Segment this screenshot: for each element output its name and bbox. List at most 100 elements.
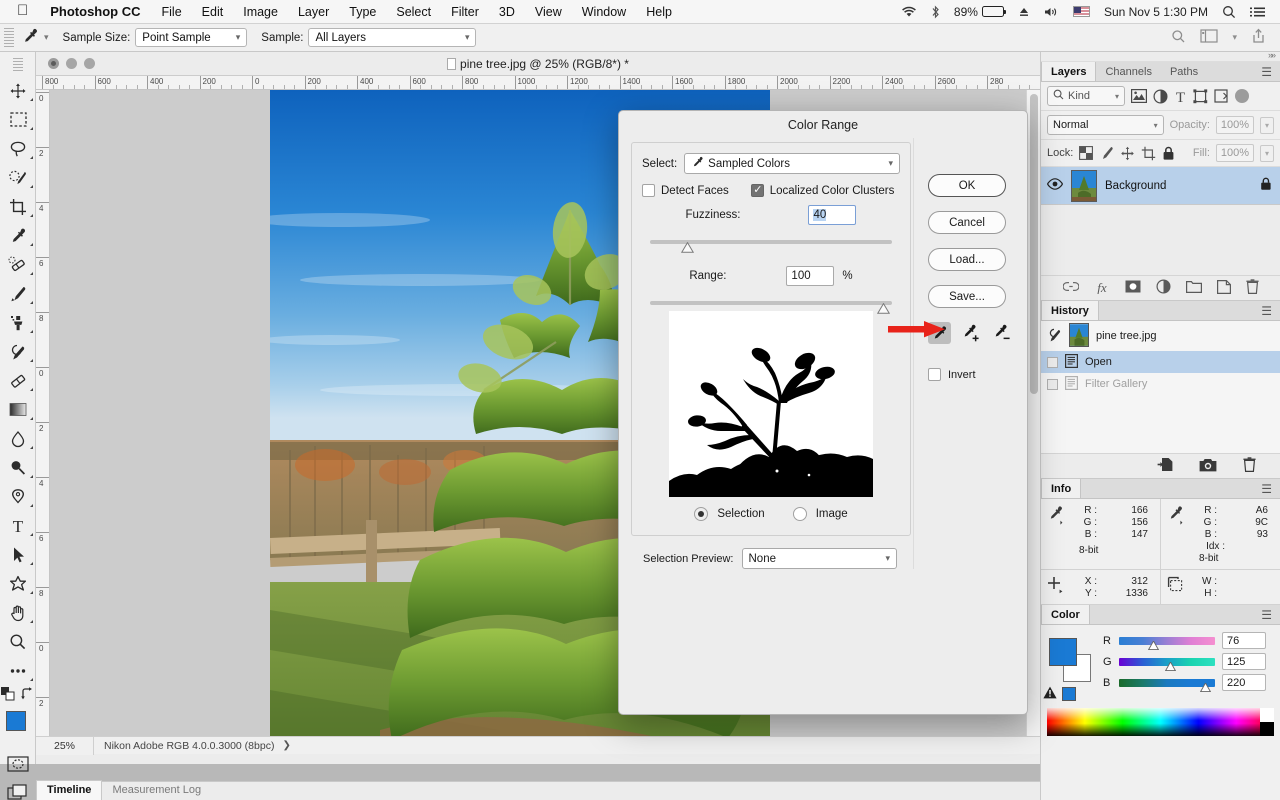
- crop-tool[interactable]: [0, 192, 36, 221]
- menu-help[interactable]: Help: [636, 5, 682, 19]
- radio-selection-button[interactable]: [694, 507, 709, 521]
- menu-edit[interactable]: Edit: [192, 5, 234, 19]
- history-state-checkbox[interactable]: [1047, 356, 1058, 368]
- range-slider-handle[interactable]: [877, 302, 891, 314]
- volume-icon[interactable]: [1037, 6, 1066, 18]
- channel-value-g[interactable]: 125: [1222, 653, 1266, 670]
- share-icon[interactable]: [1251, 28, 1266, 47]
- channel-value-r[interactable]: 76: [1222, 632, 1266, 649]
- channel-value-b[interactable]: 220: [1222, 674, 1266, 691]
- adjustment-layer-icon[interactable]: [1155, 279, 1171, 297]
- wifi-icon[interactable]: [894, 6, 924, 18]
- detect-faces-checkbox[interactable]: [642, 184, 655, 197]
- shape-tool[interactable]: [0, 569, 36, 598]
- pixel-filter-icon[interactable]: [1131, 89, 1147, 103]
- select-mode-dropdown[interactable]: Sampled Colors ▾: [684, 153, 900, 174]
- menu-image[interactable]: Image: [233, 5, 288, 19]
- lock-position-icon[interactable]: [1120, 146, 1135, 161]
- history-snapshot-row[interactable]: pine tree.jpg: [1041, 321, 1280, 351]
- search-icon[interactable]: [1171, 29, 1186, 47]
- lock-all-icon[interactable]: [1162, 146, 1175, 161]
- dodge-tool[interactable]: [0, 453, 36, 482]
- save-button[interactable]: Save...: [928, 285, 1006, 308]
- lasso-tool[interactable]: [0, 134, 36, 163]
- panel-menu-icon[interactable]: ☰: [1261, 609, 1280, 624]
- apple-menu-icon[interactable]: : [8, 3, 39, 20]
- battery-icon[interactable]: 89%: [947, 5, 1011, 19]
- table-row[interactable]: Background: [1041, 167, 1280, 205]
- localized-color-clusters-checkbox[interactable]: [750, 183, 764, 197]
- menu-filter[interactable]: Filter: [441, 5, 489, 19]
- move-tool[interactable]: [0, 76, 36, 105]
- radio-image[interactable]: Image: [792, 507, 848, 521]
- document-title-bar[interactable]: pine tree.jpg @ 25% (RGB/8*) *: [36, 52, 1040, 76]
- quick-selection-tool[interactable]: [0, 163, 36, 192]
- opacity-stepper-chevron-icon[interactable]: ▾: [1259, 116, 1274, 134]
- invert-checkbox[interactable]: [928, 368, 941, 381]
- clone-stamp-tool[interactable]: [0, 308, 36, 337]
- panel-menu-icon[interactable]: ☰: [1261, 66, 1280, 81]
- active-tool-preset[interactable]: ▾: [21, 27, 49, 48]
- blend-mode-select[interactable]: Normal ▾: [1047, 115, 1164, 135]
- panel-menu-icon[interactable]: ☰: [1261, 305, 1280, 320]
- pen-tool[interactable]: [0, 482, 36, 511]
- healing-brush-tool[interactable]: [0, 250, 36, 279]
- new-document-from-state-icon[interactable]: [1157, 457, 1173, 475]
- lock-all-icon[interactable]: [1260, 177, 1272, 194]
- layer-style-fx-icon[interactable]: fx: [1094, 280, 1110, 297]
- history-brush-tool[interactable]: [0, 337, 36, 366]
- ok-button[interactable]: OK: [928, 174, 1006, 197]
- tab-history[interactable]: History: [1041, 301, 1099, 320]
- layer-filter-kind-select[interactable]: Kind ▾: [1047, 86, 1125, 106]
- rectangular-marquee-tool[interactable]: [0, 105, 36, 134]
- add-mask-icon[interactable]: [1125, 280, 1141, 296]
- zoom-tool[interactable]: [0, 627, 36, 656]
- eject-icon[interactable]: [1011, 6, 1037, 18]
- gradient-tool[interactable]: [0, 395, 36, 424]
- channel-slider-r[interactable]: [1119, 636, 1215, 650]
- list-item[interactable]: Filter Gallery: [1041, 373, 1280, 395]
- fill-value[interactable]: 100%: [1215, 144, 1254, 162]
- history-brush-source-icon[interactable]: [1047, 328, 1062, 345]
- canvas-vertical-scrollbar[interactable]: [1026, 90, 1040, 736]
- collapse-panels-button[interactable]: [1041, 50, 1280, 62]
- fuzziness-slider-handle[interactable]: [681, 241, 695, 253]
- scrollbar-thumb[interactable]: [1030, 94, 1038, 394]
- delete-layer-icon[interactable]: [1245, 279, 1259, 297]
- fuzziness-input[interactable]: 40: [808, 205, 857, 225]
- gamut-warning-icon[interactable]: [1043, 686, 1057, 702]
- range-slider[interactable]: [650, 301, 892, 314]
- fill-stepper-chevron-icon[interactable]: ▾: [1259, 144, 1274, 162]
- list-item[interactable]: Open: [1041, 351, 1280, 373]
- default-colors-icon[interactable]: [1, 686, 15, 704]
- status-menu-arrow-icon[interactable]: ❯: [274, 740, 290, 751]
- tab-timeline[interactable]: Timeline: [36, 780, 103, 800]
- load-button[interactable]: Load...: [928, 248, 1006, 271]
- menu-3d[interactable]: 3D: [489, 5, 525, 19]
- channel-slider-b[interactable]: [1119, 678, 1215, 692]
- tab-info[interactable]: Info: [1041, 479, 1082, 498]
- workspace-icon[interactable]: [1200, 29, 1219, 46]
- type-tool[interactable]: T: [0, 511, 36, 540]
- opacity-value[interactable]: 100%: [1215, 116, 1254, 134]
- range-input[interactable]: 100: [786, 266, 835, 286]
- sample-select[interactable]: All Layers ▾: [308, 28, 477, 47]
- smartobject-filter-icon[interactable]: [1214, 88, 1229, 104]
- menu-view[interactable]: View: [525, 5, 572, 19]
- eraser-tool[interactable]: [0, 366, 36, 395]
- history-state-checkbox[interactable]: [1047, 378, 1058, 390]
- delete-state-icon[interactable]: [1243, 457, 1256, 475]
- hand-tool[interactable]: [0, 598, 36, 627]
- radio-image-button[interactable]: [792, 507, 807, 521]
- fuzziness-slider[interactable]: [650, 240, 892, 253]
- eyedropper-add-button[interactable]: [959, 322, 982, 344]
- panel-menu-icon[interactable]: ☰: [1261, 483, 1280, 498]
- notification-center-icon[interactable]: [1243, 6, 1272, 18]
- color-foreground-swatch[interactable]: [1049, 638, 1077, 666]
- eyedropper-tool[interactable]: [0, 221, 36, 250]
- blur-tool[interactable]: [0, 424, 36, 453]
- shape-filter-icon[interactable]: [1193, 88, 1208, 104]
- layer-name[interactable]: Background: [1105, 180, 1252, 192]
- tab-paths[interactable]: Paths: [1161, 62, 1207, 81]
- sample-size-select[interactable]: Point Sample ▾: [135, 28, 248, 47]
